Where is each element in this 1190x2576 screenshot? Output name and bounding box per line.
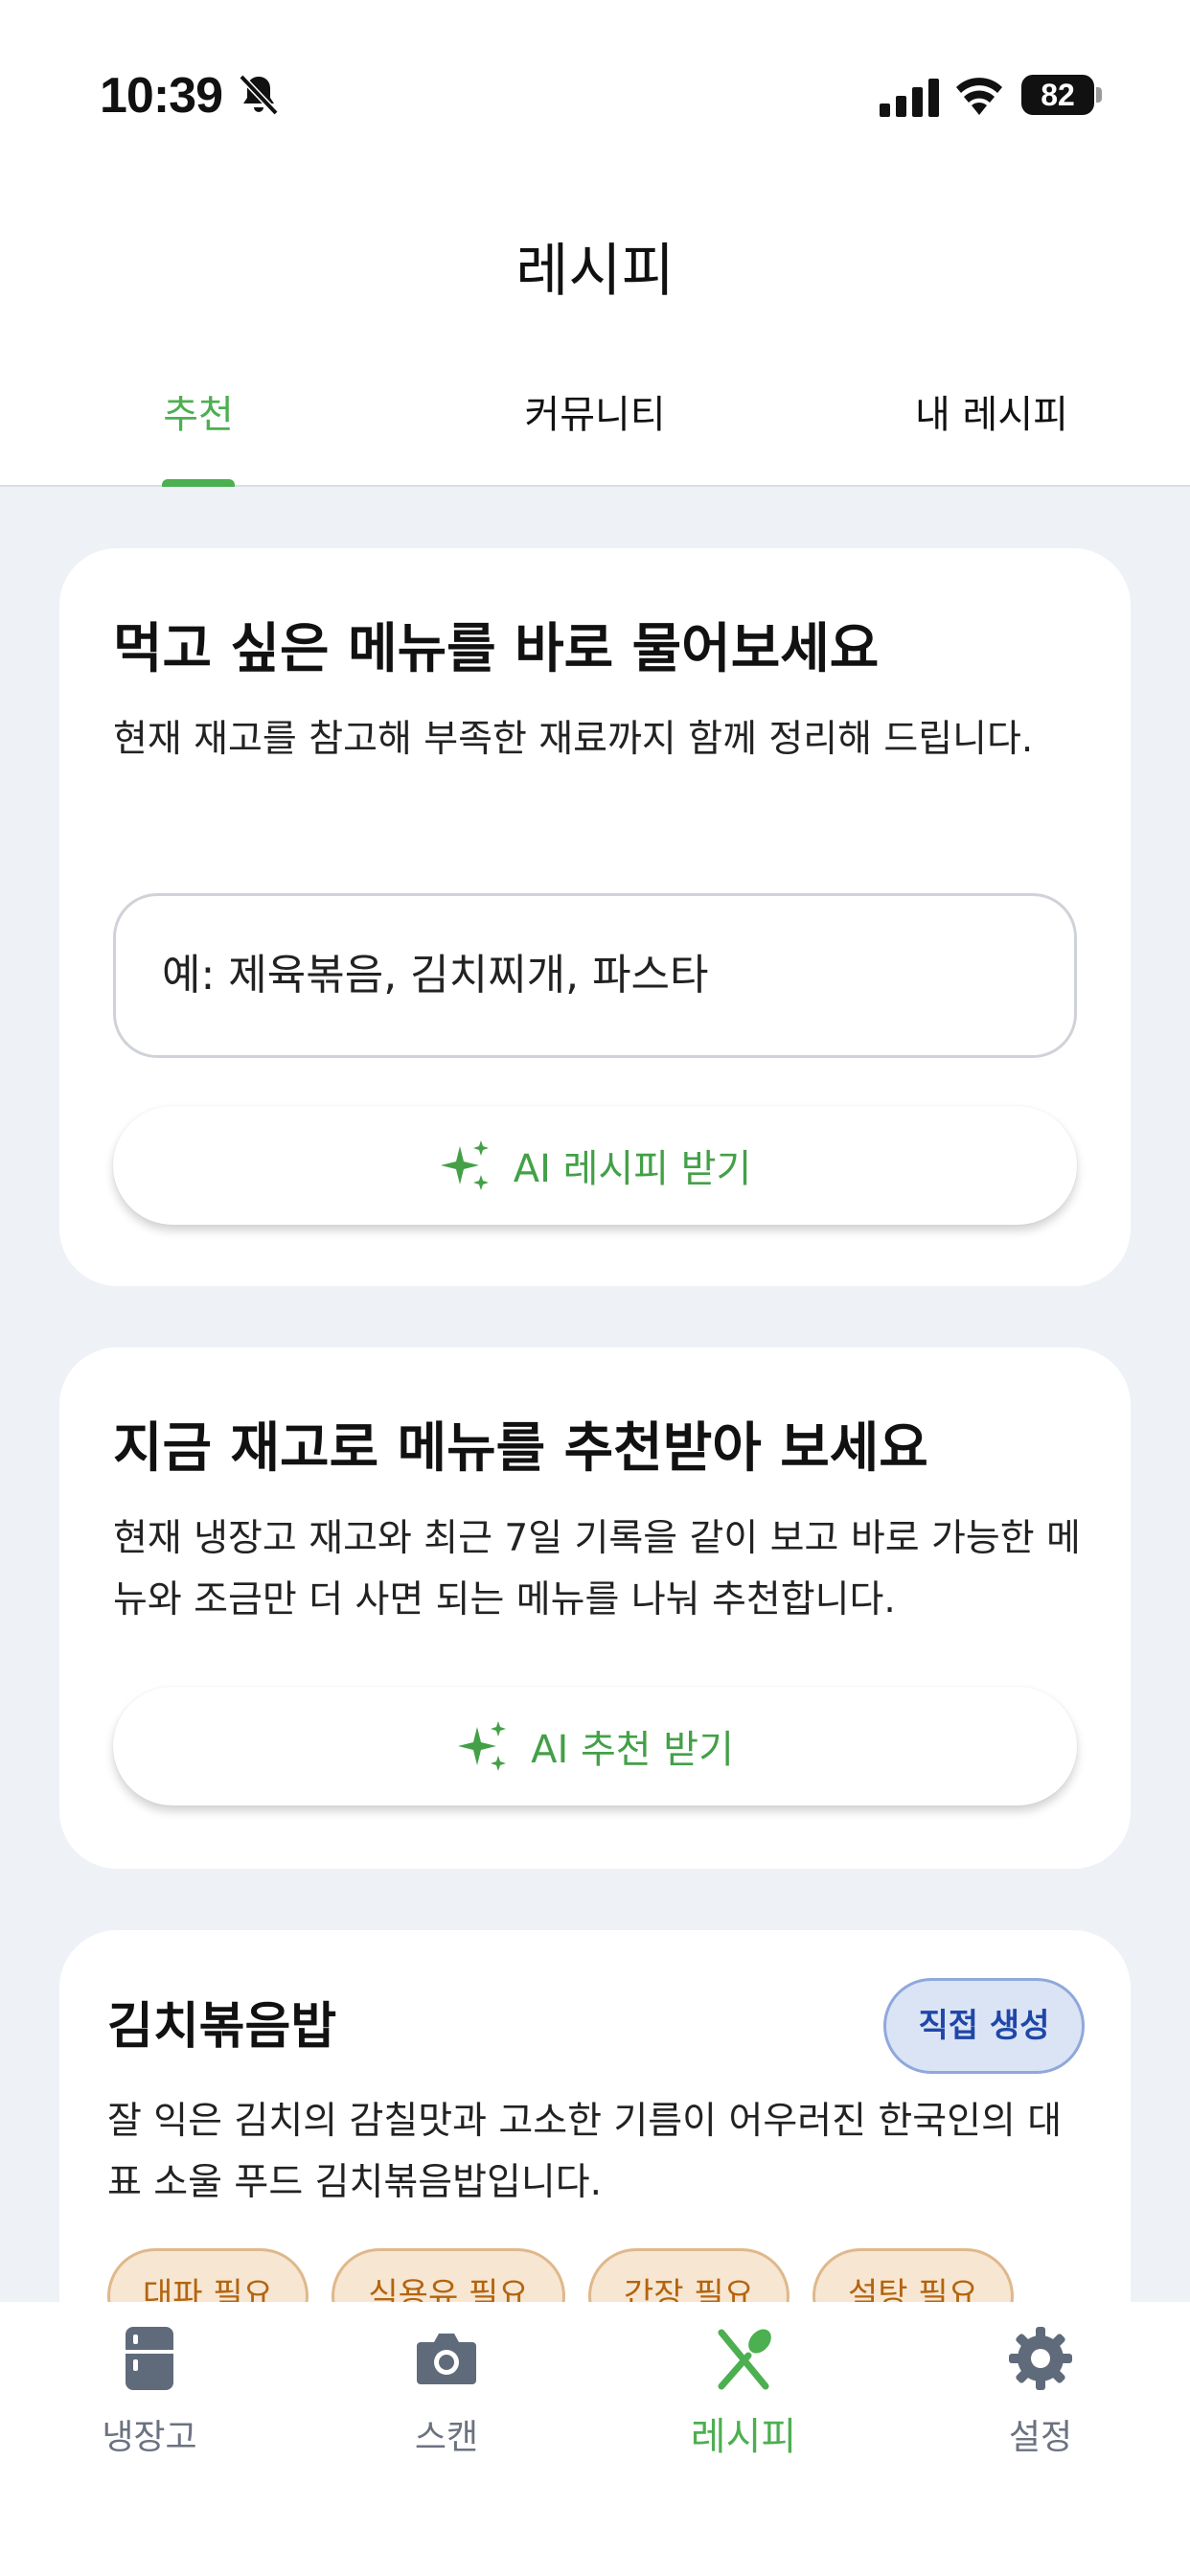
gear-icon	[1009, 2327, 1072, 2390]
tab-community[interactable]: 커뮤니티	[451, 383, 739, 485]
recommend-card: 지금 재고로 메뉴를 추천받아 보세요 현재 냉장고 재고와 최근 7일 기록을…	[59, 1347, 1131, 1869]
recommend-title: 지금 재고로 메뉴를 추천받아 보세요	[113, 1417, 928, 1480]
status-time: 10:39	[100, 68, 223, 124]
utensils-icon	[718, 2329, 771, 2390]
nav-label-scan: 스캔	[414, 2418, 479, 2457]
nav-label-settings: 설정	[1008, 2418, 1073, 2457]
nav-label-recipe: 레시피	[690, 2415, 797, 2459]
nav-label-fridge: 냉장고	[102, 2418, 197, 2457]
sparkle-icon	[440, 1140, 489, 1190]
ask-menu-title: 먹고 싶은 메뉴를 바로 물어보세요	[113, 618, 880, 680]
header: 레시피 추천 커뮤니티 내 레시피	[0, 192, 1190, 487]
recipe-title: 김치볶음밥	[107, 1998, 337, 2056]
battery-tip	[1096, 87, 1102, 103]
ask-menu-description: 현재 재고를 참고해 부족한 재료까지 함께 정리해 드립니다.	[113, 718, 1034, 761]
sparkle-icon	[458, 1721, 507, 1771]
fridge-icon	[126, 2327, 173, 2390]
nav-item-settings[interactable]: 설정	[926, 2325, 1156, 2478]
ask-menu-card: 먹고 싶은 메뉴를 바로 물어보세요 현재 재고를 참고해 부족한 재료까지 함…	[59, 548, 1131, 1286]
bell-off-icon	[239, 74, 279, 116]
page-title: 레시피	[515, 238, 675, 305]
recommend-description: 현재 냉장고 재고와 최근 7일 기록을 같이 보고 바로 가능한 메뉴와 조금…	[113, 1517, 1081, 1622]
battery-level: 82	[1021, 75, 1094, 115]
ai-recommend-button[interactable]: AI 추천 받기	[113, 1687, 1077, 1806]
status-bar: 10:39 82	[0, 0, 1190, 192]
wifi-icon	[956, 78, 1002, 115]
ai-recommend-button-label: AI 추천 받기	[531, 1728, 734, 1772]
nav-item-recipe[interactable]: 레시피	[629, 2325, 858, 2478]
nav-item-scan[interactable]: 스캔	[332, 2325, 561, 2478]
signal-icon	[880, 79, 939, 117]
tab-my-recipes[interactable]: 내 레시피	[848, 383, 1135, 485]
tab-recommend[interactable]: 추천	[55, 383, 342, 485]
menu-input[interactable]: 예: 제육볶음, 김치찌개, 파스타	[113, 893, 1077, 1058]
camera-icon	[417, 2334, 476, 2384]
status-badge: 직접 생성	[883, 1978, 1085, 2074]
active-tab-indicator	[162, 479, 235, 487]
battery-indicator: 82	[1021, 75, 1102, 115]
recipe-description: 잘 익은 김치의 감칠맛과 고소한 기름이 어우러진 한국인의 대표 소울 푸드…	[107, 2100, 1063, 2204]
ai-recipe-button-label: AI 레시피 받기	[513, 1147, 752, 1191]
bottom-nav: 냉장고 스캔 레시피 설정	[0, 2302, 1190, 2576]
nav-item-fridge[interactable]: 냉장고	[34, 2325, 264, 2478]
ai-recipe-button[interactable]: AI 레시피 받기	[113, 1106, 1077, 1225]
